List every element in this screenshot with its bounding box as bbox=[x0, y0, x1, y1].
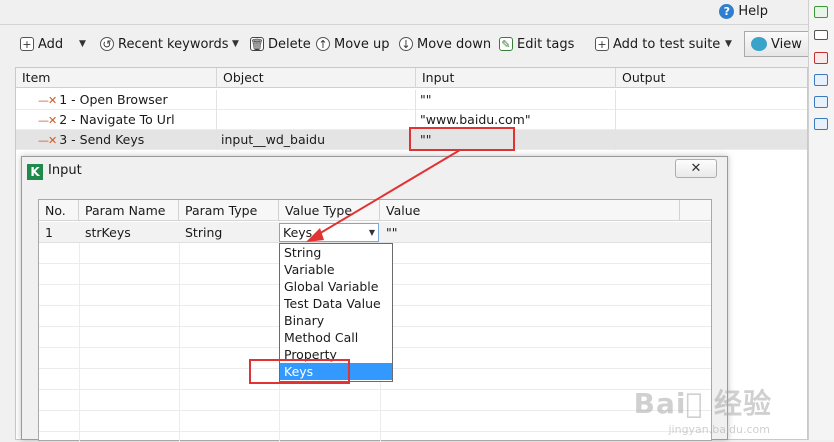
pencil-icon: ✎ bbox=[499, 37, 513, 51]
add-suite-icon: + bbox=[595, 37, 609, 51]
item-text: 1 - Open Browser bbox=[59, 92, 168, 107]
move-up-button[interactable]: ↑ Move up bbox=[316, 32, 390, 56]
move-up-label: Move up bbox=[334, 36, 390, 52]
delete-button[interactable]: 🗑 Delete bbox=[250, 32, 311, 56]
param-value[interactable]: "" bbox=[380, 222, 398, 243]
test-case-editor: ? Help + Add ▼ ↺ Recent keywords ▼ 🗑 Del… bbox=[0, 0, 810, 442]
column-header-output[interactable]: Output bbox=[616, 68, 809, 88]
keys-option-highlight bbox=[249, 359, 350, 384]
recent-keywords-caret[interactable]: ▼ bbox=[232, 32, 239, 56]
move-down-button[interactable]: ↓ Move down bbox=[399, 32, 491, 56]
toolbar-divider bbox=[0, 24, 808, 25]
dialog-title-bar: K Input ✕ bbox=[22, 157, 727, 185]
value-type-current: Keys bbox=[283, 225, 313, 240]
outline-icon[interactable] bbox=[814, 6, 828, 18]
option-method-call[interactable]: Method Call bbox=[280, 329, 392, 346]
move-down-label: Move down bbox=[417, 36, 492, 52]
dialog-title: Input bbox=[48, 163, 82, 178]
add-to-test-suite-caret[interactable]: ▼ bbox=[725, 32, 732, 56]
column-header-value-type[interactable]: Value Type bbox=[279, 200, 380, 221]
option-test-data-value[interactable]: Test Data Value bbox=[280, 295, 392, 312]
object-cell[interactable]: input__wd_baidu bbox=[217, 130, 416, 150]
value-type-select[interactable]: Keys ▼ bbox=[279, 223, 379, 242]
toolbar: + Add ▼ ↺ Recent keywords ▼ 🗑 Delete ↑ M… bbox=[0, 32, 808, 56]
problems-icon[interactable] bbox=[814, 52, 828, 64]
watermark-url: jingyan.baidu.com bbox=[668, 423, 770, 436]
option-variable[interactable]: Variable bbox=[280, 261, 392, 278]
view-icon bbox=[751, 37, 767, 51]
console-icon[interactable] bbox=[814, 96, 828, 108]
output-cell[interactable] bbox=[616, 130, 809, 150]
add-label: Add bbox=[38, 36, 64, 52]
param-type: String bbox=[185, 225, 223, 240]
item-cell: —✕ 3 - Send Keys bbox=[16, 130, 217, 150]
failed-step-icon: —✕ bbox=[38, 114, 57, 127]
close-button[interactable]: ✕ bbox=[675, 159, 717, 178]
trash-icon: 🗑 bbox=[250, 37, 264, 51]
recent-keywords-button[interactable]: ↺ Recent keywords bbox=[100, 32, 229, 56]
parameters-table: No. Param Name Param Type Value Type Val… bbox=[38, 199, 712, 442]
column-header-value[interactable]: Value bbox=[380, 200, 680, 221]
object-cell[interactable] bbox=[217, 110, 416, 130]
failed-step-icon: —✕ bbox=[38, 94, 57, 107]
add-dropdown-caret[interactable]: ▼ bbox=[79, 32, 86, 56]
option-string[interactable]: String bbox=[280, 244, 392, 261]
table-row[interactable]: —✕ 1 - Open Browser "" bbox=[16, 90, 807, 110]
option-binary[interactable]: Binary bbox=[280, 312, 392, 329]
view-button[interactable]: View bbox=[744, 31, 810, 57]
column-header-item[interactable]: Item bbox=[16, 68, 217, 88]
failed-step-icon: —✕ bbox=[38, 134, 57, 147]
add-button[interactable]: + Add bbox=[20, 32, 63, 56]
add-to-test-suite-label: Add to test suite bbox=[613, 36, 721, 52]
param-no: 1 bbox=[45, 225, 53, 240]
add-icon: + bbox=[20, 37, 34, 51]
watermark-logo: Bai⃝ 经验 bbox=[633, 387, 772, 420]
column-header-param-type[interactable]: Param Type bbox=[179, 200, 279, 221]
right-side-toolbar bbox=[808, 0, 834, 440]
item-cell: —✕ 2 - Navigate To Url bbox=[16, 110, 217, 130]
recent-keywords-label: Recent keywords bbox=[118, 36, 229, 52]
item-text: 2 - Navigate To Url bbox=[59, 112, 175, 127]
close-icon: ✕ bbox=[690, 161, 702, 176]
parameters-header: No. Param Name Param Type Value Type Val… bbox=[39, 200, 711, 221]
column-header-param-name[interactable]: Param Name bbox=[79, 200, 179, 221]
column-header-input[interactable]: Input bbox=[416, 68, 616, 88]
add-to-test-suite-button[interactable]: + Add to test suite bbox=[595, 32, 720, 56]
column-header-no[interactable]: No. bbox=[39, 200, 79, 221]
view-label: View bbox=[771, 36, 802, 52]
arrow-down-icon: ↓ bbox=[399, 37, 413, 51]
history-icon: ↺ bbox=[100, 37, 114, 51]
help-label: Help bbox=[738, 3, 768, 19]
help-link[interactable]: ? Help bbox=[719, 2, 768, 20]
input-dialog: K Input ✕ No. Param Name Param Type Valu… bbox=[21, 156, 728, 442]
item-cell: —✕ 1 - Open Browser bbox=[16, 90, 217, 110]
restore-icon[interactable] bbox=[814, 30, 828, 40]
column-header-object[interactable]: Object bbox=[217, 68, 416, 88]
option-global-variable[interactable]: Global Variable bbox=[280, 278, 392, 295]
param-name: strKeys bbox=[85, 225, 131, 240]
properties-icon[interactable] bbox=[814, 74, 828, 86]
help-icon: ? bbox=[719, 3, 735, 19]
edit-tags-button[interactable]: ✎ Edit tags bbox=[499, 32, 574, 56]
empty-row bbox=[39, 411, 711, 432]
katalon-logo-icon: K bbox=[27, 164, 43, 180]
item-text: 3 - Send Keys bbox=[59, 132, 145, 147]
output-cell[interactable] bbox=[616, 110, 809, 130]
input-cell-highlight bbox=[409, 127, 515, 151]
output-cell[interactable] bbox=[616, 90, 809, 110]
input-cell[interactable]: "" bbox=[416, 90, 616, 110]
edit-tags-label: Edit tags bbox=[517, 36, 575, 52]
arrow-up-icon: ↑ bbox=[316, 37, 330, 51]
object-cell[interactable] bbox=[217, 90, 416, 110]
delete-label: Delete bbox=[268, 36, 311, 52]
chevron-down-icon[interactable]: ▼ bbox=[369, 224, 375, 241]
table-header: Item Object Input Output bbox=[16, 68, 807, 88]
empty-row bbox=[39, 390, 711, 411]
log-viewer-icon[interactable] bbox=[814, 118, 828, 130]
